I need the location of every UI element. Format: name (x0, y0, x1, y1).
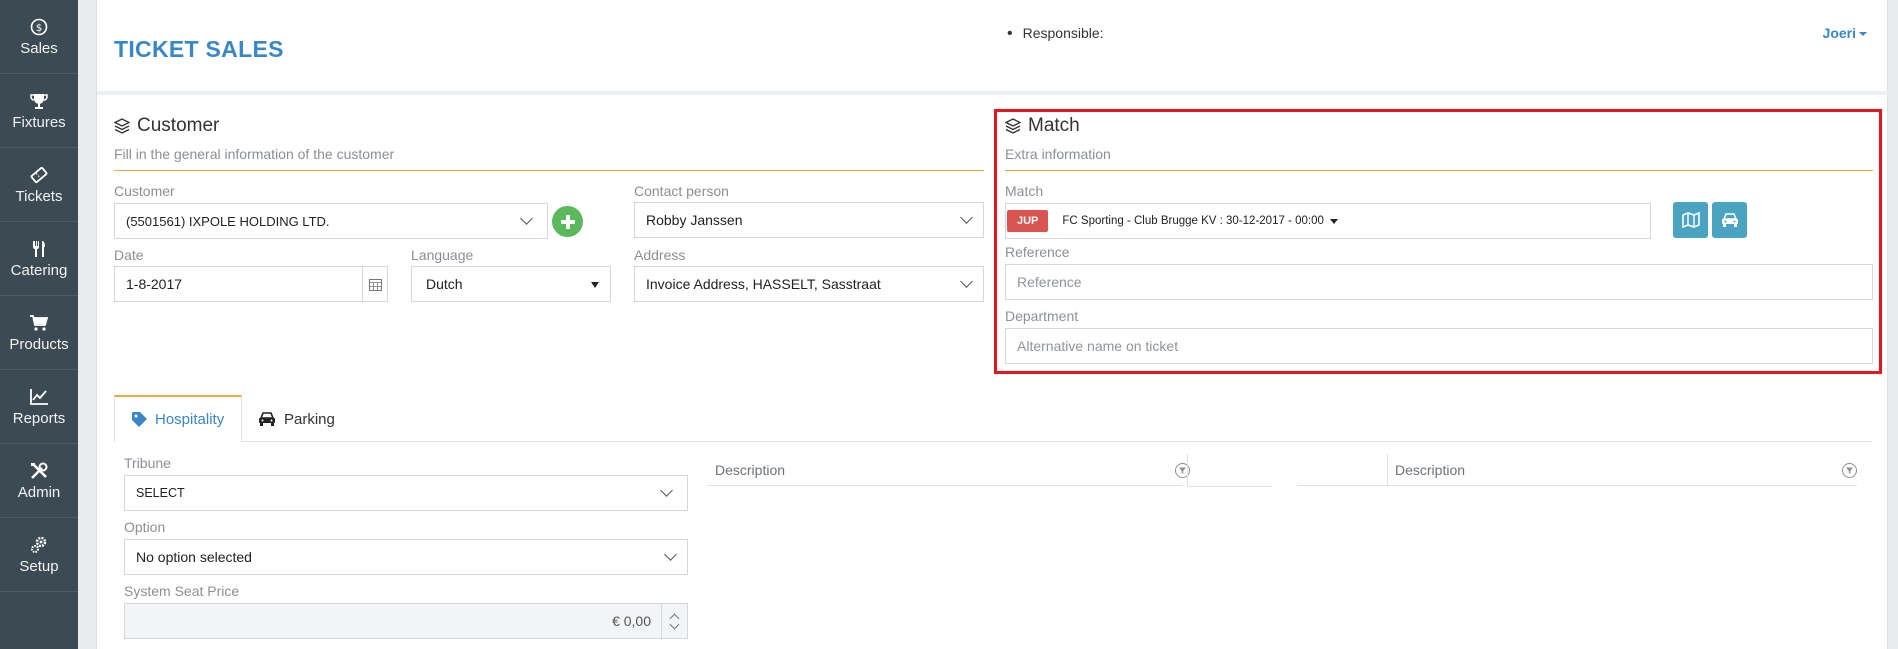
sidebar: $ Sales Fixtures Tickets Catering Produc… (0, 0, 78, 649)
user-name: Joeri (1822, 25, 1856, 41)
customer-title-text: Customer (137, 115, 220, 136)
layers-icon (114, 118, 130, 134)
cutlery-icon (29, 239, 49, 259)
page-title: TICKET SALES (114, 36, 284, 62)
date-label: Date (114, 247, 144, 263)
tools-icon (29, 461, 49, 481)
add-customer-button[interactable] (552, 206, 583, 237)
sidebar-item-reports[interactable]: Reports (0, 370, 78, 444)
sidebar-item-label: Admin (17, 483, 61, 501)
sidebar-item-label: Products (9, 335, 69, 353)
address-label: Address (634, 247, 686, 263)
tribune-select[interactable]: SELECT (124, 475, 688, 511)
number-stepper[interactable] (661, 604, 687, 640)
line-chart-icon (29, 387, 49, 407)
cart-icon (29, 313, 49, 333)
tab-label: Hospitality (155, 411, 225, 428)
tribune-value: SELECT (136, 486, 185, 500)
sidebar-item-tickets[interactable]: Tickets (0, 148, 78, 222)
address-select[interactable]: Invoice Address, HASSELT, Sasstraat (634, 266, 984, 302)
svg-text:$: $ (36, 23, 42, 34)
sidebar-item-catering[interactable]: Catering (0, 222, 78, 296)
customer-select[interactable]: (5501561) IXPOLE HOLDING LTD. (114, 203, 548, 239)
car-icon (259, 412, 275, 426)
sidebar-item-admin[interactable]: Admin (0, 444, 78, 518)
customer-subtitle: Fill in the general information of the c… (114, 146, 395, 162)
option-select[interactable]: No option selected (124, 539, 688, 575)
contact-person-label: Contact person (634, 183, 729, 199)
option-label: Option (124, 519, 166, 535)
chevron-down-icon (669, 619, 680, 630)
sidebar-item-fixtures[interactable]: Fixtures (0, 74, 78, 148)
sidebar-item-label: Tickets (15, 187, 63, 205)
column-underline (1187, 486, 1272, 487)
price-value: € 0,00 (612, 613, 651, 629)
page-header: TICKET SALES Responsible: Joeri (97, 0, 1889, 95)
sidebar-item-products[interactable]: Products (0, 296, 78, 370)
ticket-icon (29, 165, 49, 185)
main-panel: TICKET SALES Responsible: Joeri Customer… (96, 0, 1889, 649)
date-value: 1-8-2017 (126, 276, 183, 292)
tab-parking[interactable]: Parking (257, 395, 335, 443)
tab-label: Parking (284, 410, 335, 428)
customer-label: Customer (114, 183, 175, 199)
table-header-right: Description (1297, 453, 1857, 486)
caret-down-icon (1859, 32, 1867, 37)
tag-icon (132, 412, 147, 427)
responsible-label: Responsible: (1007, 25, 1104, 43)
chevron-down-icon (660, 484, 673, 497)
trophy-icon (29, 91, 49, 111)
chevron-down-icon (960, 275, 973, 288)
tribune-label: Tribune (124, 455, 171, 471)
sidebar-item-setup[interactable]: Setup (0, 518, 78, 592)
option-value: No option selected (136, 549, 252, 565)
language-value: Dutch (426, 276, 463, 292)
sidebar-item-sales[interactable]: $ Sales (0, 0, 78, 74)
customer-section-title: Customer (114, 115, 219, 137)
gears-icon (29, 535, 49, 555)
contact-person-value: Robby Janssen (646, 212, 743, 228)
caret-down-icon (591, 282, 599, 288)
column-header-description: Description (1395, 461, 1466, 478)
column-divider (1187, 454, 1188, 486)
sidebar-item-label: Sales (20, 39, 58, 57)
chevron-down-icon (960, 211, 973, 224)
sidebar-item-label: Setup (19, 557, 59, 575)
tabs-divider (114, 441, 1872, 442)
section-divider (114, 170, 984, 171)
sidebar-item-label: Fixtures (12, 113, 66, 131)
chevron-down-icon (664, 548, 677, 561)
sidebar-item-label: Reports (12, 409, 66, 427)
calendar-icon[interactable] (362, 267, 387, 301)
filter-icon[interactable] (1842, 463, 1857, 478)
system-seat-price-label: System Seat Price (124, 583, 240, 599)
match-highlight-box (994, 109, 1882, 374)
date-input[interactable]: 1-8-2017 (114, 266, 388, 302)
dollar-circle-icon: $ (29, 17, 49, 37)
column-header-description: Description (715, 461, 786, 478)
customer-value: (5501561) IXPOLE HOLDING LTD. (126, 213, 330, 229)
column-divider (1387, 453, 1388, 486)
plus-icon (560, 214, 575, 229)
language-select[interactable]: Dutch (411, 266, 611, 302)
language-label: Language (411, 247, 474, 263)
contact-person-select[interactable]: Robby Janssen (634, 202, 984, 238)
tab-hospitality[interactable]: Hospitality (114, 395, 242, 443)
table-header-left: Description (707, 454, 1190, 486)
system-seat-price-input[interactable]: € 0,00 (124, 603, 688, 640)
sidebar-item-label: Catering (10, 261, 68, 279)
chevron-down-icon (520, 212, 533, 225)
address-value: Invoice Address, HASSELT, Sasstraat (646, 276, 881, 292)
user-menu[interactable]: Joeri (1823, 25, 1867, 41)
